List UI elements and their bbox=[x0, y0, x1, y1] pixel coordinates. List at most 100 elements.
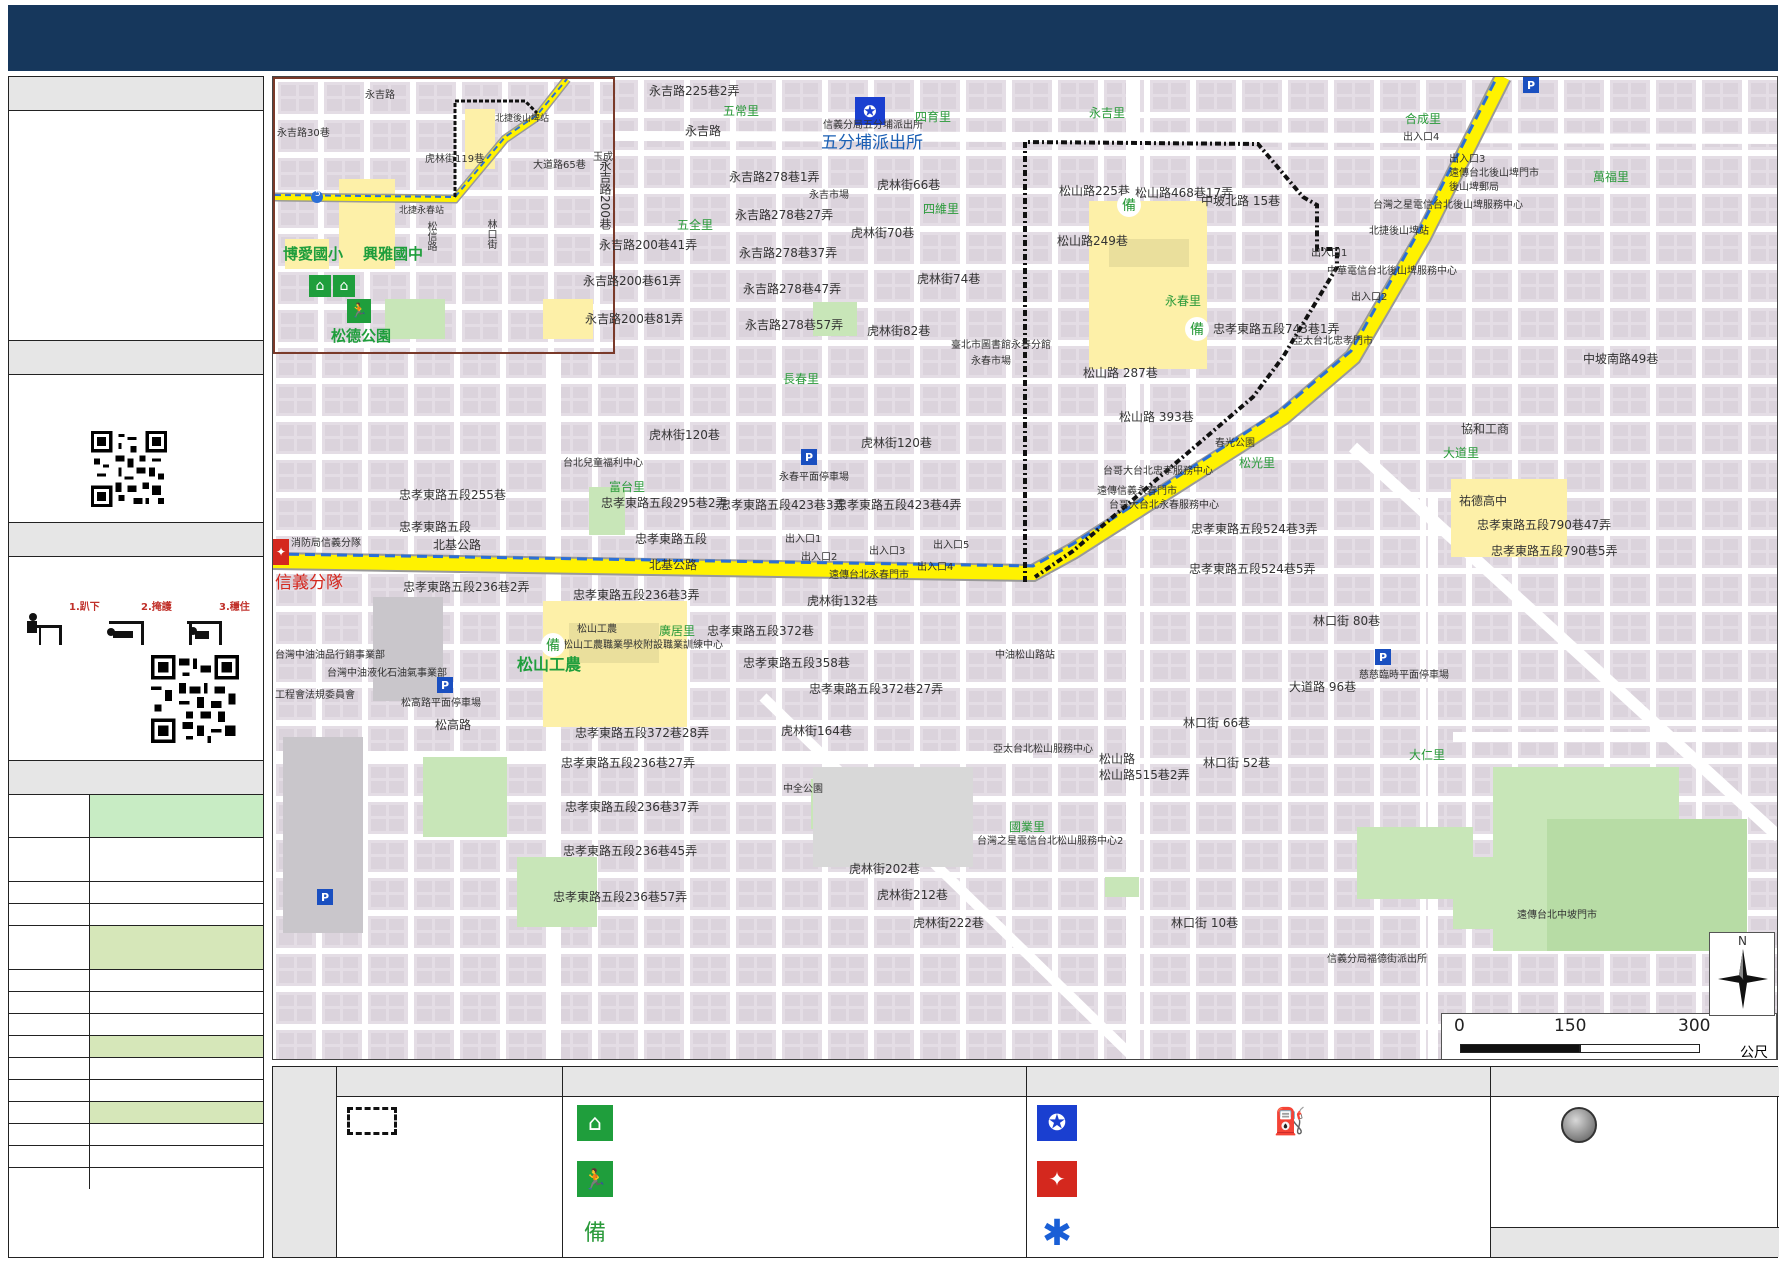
label: 松山路515巷2弄 bbox=[1099, 768, 1190, 782]
label: 林口街 52巷 bbox=[1203, 756, 1271, 770]
legend-col-shelter: ⌂ 🏃 備 bbox=[563, 1067, 1027, 1257]
label: 中全公園 bbox=[783, 784, 823, 795]
left-panel: 1.趴下 2.掩護 3.穩住 bbox=[8, 76, 264, 1258]
legend-col-head bbox=[337, 1067, 562, 1097]
scale-unit: 公尺 bbox=[1740, 1045, 1768, 1060]
label: 台灣之星電信台北後山埤服務中心 bbox=[1373, 200, 1523, 211]
label: 忠孝東路五段790巷47弄 bbox=[1477, 518, 1612, 532]
lp-cell bbox=[9, 836, 90, 881]
label: 大道路 96巷 bbox=[1289, 680, 1357, 694]
label: 萬福里 bbox=[1593, 170, 1630, 184]
label: 虎林街120巷 bbox=[861, 436, 932, 450]
label: 忠孝東路五段372巷28弄 bbox=[575, 726, 710, 740]
label: 消防局信義分隊 bbox=[291, 538, 361, 549]
label: 中坡南路49巷 bbox=[1583, 352, 1659, 366]
reserve-shelter-icon: 備 bbox=[541, 633, 565, 657]
label: 永吉路278巷37弄 bbox=[739, 246, 838, 260]
label: 忠孝東路五段524巷3弄 bbox=[1191, 522, 1318, 536]
label: 永吉路200巷 bbox=[598, 159, 612, 230]
label: 永吉路200巷61弄 bbox=[583, 274, 682, 288]
label: 台北兒童福利中心 bbox=[563, 458, 643, 469]
label: 永吉路200巷81弄 bbox=[585, 312, 684, 326]
medical-icon: ✱ bbox=[1041, 1212, 1073, 1254]
hold-label: 3.穩住 bbox=[219, 602, 250, 613]
inset-yongji-30: 永吉路30巷 bbox=[277, 128, 330, 139]
lp-section-body-1 bbox=[9, 111, 263, 341]
label: 春光公園 bbox=[1215, 438, 1255, 449]
label: 中華電信台北後山埤服務中心 bbox=[1327, 266, 1457, 277]
label: 出入口4 bbox=[917, 562, 954, 573]
label: 忠孝東路五段743巷1弄 bbox=[1213, 322, 1340, 336]
label: 亞太台北忠孝門市 bbox=[1293, 336, 1373, 347]
label: 永春市場 bbox=[971, 356, 1011, 367]
map-view[interactable]: 5 永吉路 永吉路30巷 虎林街119巷 北捷後山埤站 北捷永春站 大道路65巷… bbox=[272, 76, 1778, 1060]
label: 忠孝東路五段236巷45弄 bbox=[563, 844, 698, 858]
lp-section-header-4 bbox=[9, 761, 263, 795]
lp-cell bbox=[89, 795, 263, 837]
label: 出入口5 bbox=[933, 540, 970, 551]
label: 出入口3 bbox=[1449, 154, 1486, 165]
qr-code-2[interactable] bbox=[151, 655, 239, 743]
legend-col-boundary bbox=[337, 1067, 563, 1257]
label: 慈慈臨時平面停車場 bbox=[1359, 670, 1449, 681]
legend-col-services: ✪ ✦ ✱ ⛽ bbox=[1027, 1067, 1491, 1257]
inset-line-number: 5 bbox=[315, 189, 321, 199]
lp-cell bbox=[9, 1012, 90, 1035]
label: 松山路249巷 bbox=[1057, 234, 1128, 248]
label: 虎林街74巷 bbox=[917, 272, 981, 286]
label: 後山埤郵局 bbox=[1449, 182, 1499, 193]
lp-cell bbox=[9, 1166, 90, 1189]
reserve-shelter-icon: 備 bbox=[583, 1221, 606, 1246]
shelter-icon: ⌂ bbox=[333, 275, 355, 297]
label: 虎林街66巷 bbox=[877, 178, 941, 192]
inset-yongchun: 北捷永春站 bbox=[399, 206, 445, 216]
lp-cell bbox=[89, 836, 263, 881]
label: 虎林街202巷 bbox=[849, 862, 920, 876]
xinyi-fire-label: 信義分隊 bbox=[275, 573, 343, 593]
legend-footer-cell bbox=[1491, 1227, 1779, 1257]
lp-section-body-2 bbox=[9, 375, 263, 523]
label: 出入口1 bbox=[785, 534, 822, 545]
label: 林口街 66巷 bbox=[1183, 716, 1251, 730]
label: 信義分局五分埔派出所 bbox=[823, 120, 923, 131]
lp-cell bbox=[9, 1034, 90, 1057]
duck-label: 1.趴下 bbox=[69, 602, 100, 613]
parking-icon: P bbox=[1523, 77, 1539, 93]
inset-yongji-rd: 永吉路 bbox=[365, 90, 395, 101]
label: 林口街 80巷 bbox=[1313, 614, 1381, 628]
inset-xingya: 興雅國中 bbox=[363, 245, 424, 263]
label: 虎林街212巷 bbox=[877, 888, 948, 902]
inset-linkou: 林口街 bbox=[485, 219, 496, 249]
inset-songxin: 松信路 bbox=[425, 221, 436, 251]
inset-songde-park: 松德公園 bbox=[331, 327, 392, 345]
label: 永春里 bbox=[1165, 294, 1202, 308]
evacuation-site-icon: 🏃 bbox=[347, 299, 371, 323]
label: 大道里 bbox=[1443, 446, 1480, 460]
lp-cell bbox=[9, 1144, 90, 1167]
lp-cell bbox=[9, 1056, 90, 1079]
label: 永吉路225巷2弄 bbox=[649, 84, 740, 98]
label: 國業里 bbox=[1009, 820, 1046, 834]
reserve-shelter-icon: 備 bbox=[1185, 317, 1209, 341]
shelter-icon: ⌂ bbox=[309, 275, 331, 297]
lp-section-header-2 bbox=[9, 341, 263, 375]
qr-code-1[interactable] bbox=[91, 431, 167, 507]
label: 台灣中油液化石油氣事業部 bbox=[327, 668, 447, 679]
label: 忠孝東路五段236巷27弄 bbox=[561, 756, 696, 770]
parking-icon: P bbox=[317, 889, 333, 905]
label: 忠孝東路五段372巷27弄 bbox=[809, 682, 944, 696]
header-bar bbox=[8, 5, 1778, 71]
label: 協和工商 bbox=[1461, 422, 1510, 436]
label: 合成里 bbox=[1405, 112, 1442, 126]
label: 忠孝東路五段423巷3弄 bbox=[719, 498, 846, 512]
lp-cell bbox=[89, 1034, 263, 1057]
label: 四維里 bbox=[923, 202, 960, 216]
label: 永吉路278巷57弄 bbox=[745, 318, 844, 332]
label: 虎林街222巷 bbox=[913, 916, 984, 930]
boundary-icon bbox=[347, 1107, 397, 1135]
label: 松山工農職業學校附設職業訓練中心 bbox=[563, 640, 723, 651]
parking-icon: P bbox=[801, 449, 817, 465]
label: 虎林街70巷 bbox=[851, 226, 915, 240]
label: 忠孝東路五段295巷2弄 bbox=[601, 496, 728, 510]
legend-label-column bbox=[273, 1067, 337, 1257]
